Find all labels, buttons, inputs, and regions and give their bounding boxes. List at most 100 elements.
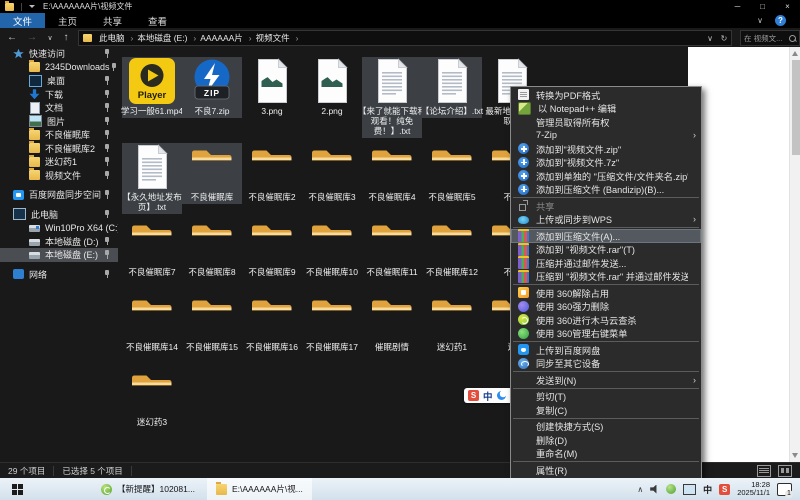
- context-menu-item[interactable]: 添加到"视频文件.zip" ›: [511, 142, 701, 156]
- file-tile[interactable]: 不良催眠库: [182, 143, 242, 204]
- context-menu-item[interactable]: 剪切(T) ›: [511, 390, 701, 404]
- context-menu-item[interactable]: 删除(D) ›: [511, 433, 701, 447]
- qat-dropdown-icon[interactable]: [29, 5, 35, 8]
- file-tile[interactable]: 不良催眠库14: [122, 293, 182, 354]
- file-tile[interactable]: 不良催眠库10: [302, 218, 362, 279]
- context-menu-item[interactable]: 使用 360强力删除 ›: [511, 300, 701, 314]
- file-tile[interactable]: 迷幻药3: [122, 368, 182, 429]
- context-menu-item[interactable]: 共享 ›: [511, 199, 701, 213]
- breadcrumb-item[interactable]: AAAAAA片: [198, 32, 253, 44]
- context-menu-item[interactable]: 使用 360进行木马云查杀 ›: [511, 313, 701, 327]
- file-tile[interactable]: 不良催眠库4: [362, 143, 422, 204]
- file-tile[interactable]: 不良催眠库8: [182, 218, 242, 279]
- search-placeholder: 在 视频文...: [744, 33, 782, 44]
- scroll-up-icon[interactable]: [792, 51, 798, 56]
- context-menu-item[interactable]: 添加到单独的 "压缩文件/文件夹名.zip"(E) ›: [511, 169, 701, 183]
- file-tile[interactable]: 催眠剧情: [362, 293, 422, 354]
- context-menu-item[interactable]: 添加到 "视频文件.rar"(T) ›: [511, 243, 701, 257]
- help-icon[interactable]: ?: [775, 15, 786, 26]
- file-tile[interactable]: 不良催眠库9: [242, 218, 302, 279]
- sogou-tray-icon[interactable]: S: [719, 484, 730, 495]
- file-name: 【论坛介绍】.txt: [418, 106, 486, 116]
- context-menu-item[interactable]: 管理员取得所有权 ›: [511, 115, 701, 129]
- thumbnail-view-icon[interactable]: [778, 465, 792, 477]
- file-tile[interactable]: 3.png: [242, 57, 302, 118]
- up-button[interactable]: ↑: [58, 31, 74, 44]
- file-tile[interactable]: 【论坛介绍】.txt: [422, 57, 482, 118]
- taskbar-task[interactable]: E:\AAAAAA片\视...: [207, 478, 312, 500]
- file-tile[interactable]: 不良催眠库3: [302, 143, 362, 204]
- file-tile[interactable]: 迷幻药1: [422, 293, 482, 354]
- file-tile[interactable]: 不良催眠库15: [182, 293, 242, 354]
- file-tile[interactable]: 不良催眠库5: [422, 143, 482, 204]
- forward-button[interactable]: →: [24, 31, 40, 44]
- file-tile[interactable]: 不良催眠库16: [242, 293, 302, 354]
- context-menu-item[interactable]: 使用 360解除占用 ›: [511, 286, 701, 300]
- moon-icon[interactable]: [497, 391, 506, 400]
- context-menu-item[interactable]: 使用 360管理右键菜单 ›: [511, 327, 701, 341]
- context-menu-item[interactable]: 发送到(N) ›: [511, 373, 701, 387]
- ribbon-collapse-icon[interactable]: ∨: [757, 16, 763, 25]
- context-menu-item[interactable]: 压缩并通过邮件发送... ›: [511, 256, 701, 270]
- back-button[interactable]: ←: [4, 31, 20, 44]
- context-menu-item[interactable]: 上传或同步到WPS ›: [511, 213, 701, 227]
- ime-mode-label[interactable]: 中: [483, 389, 493, 403]
- context-menu-item[interactable]: 上传到百度网盘 ›: [511, 343, 701, 357]
- context-menu-item[interactable]: 复制(C) ›: [511, 403, 701, 417]
- refresh-icon[interactable]: ↻: [717, 34, 731, 43]
- maximize-button[interactable]: □: [750, 0, 775, 13]
- ime-tray-label[interactable]: 中: [703, 483, 712, 496]
- menu-tab[interactable]: 共享: [90, 13, 135, 28]
- context-menu-item[interactable]: 压缩到 "视频文件.rar" 并通过邮件发送 ›: [511, 270, 701, 284]
- file-tile[interactable]: Player 学习一般61.mp4: [122, 57, 182, 118]
- search-input[interactable]: 在 视频文...: [740, 30, 800, 46]
- taskbar-task[interactable]: 【新提醒】102081...: [92, 478, 204, 500]
- context-menu-item[interactable]: 同步至其它设备 ›: [511, 357, 701, 371]
- volume-icon[interactable]: [650, 485, 659, 494]
- breadcrumb-item[interactable]: 视频文件: [254, 32, 301, 44]
- breadcrumb-item[interactable]: 此电脑: [97, 32, 135, 44]
- file-tile[interactable]: 【永久地址发布页】.txt: [122, 143, 182, 214]
- context-menu-item[interactable]: 转换为PDF格式 ›: [511, 88, 701, 102]
- context-menu-item[interactable]: 创建快捷方式(S) ›: [511, 420, 701, 434]
- minimize-button[interactable]: ─: [725, 0, 750, 13]
- clock[interactable]: 18:28 2025/11/1: [737, 481, 770, 498]
- context-menu-item[interactable]: 以 Notepad++ 编辑 ›: [511, 102, 701, 116]
- file-tile[interactable]: 【来了就能下载和观看！纯免费！】.txt: [362, 57, 422, 138]
- scroll-down-icon[interactable]: [792, 453, 798, 458]
- menu-tab[interactable]: 主页: [45, 13, 90, 28]
- context-menu-item[interactable]: 属性(R) ›: [511, 463, 701, 477]
- display-tray-icon[interactable]: [683, 484, 696, 495]
- file-tile[interactable]: 2.png: [302, 57, 362, 118]
- scrollbar-thumb[interactable]: [792, 60, 800, 155]
- background-scrollbar[interactable]: [789, 47, 800, 462]
- context-menu-item[interactable]: 重命名(M) ›: [511, 447, 701, 461]
- view-toggles: [757, 465, 800, 477]
- recent-dropdown-icon[interactable]: ∨: [42, 31, 58, 44]
- context-menu-item[interactable]: 7-Zip ›: [511, 129, 701, 143]
- background-text-window[interactable]: [688, 47, 800, 462]
- antivirus-tray-icon[interactable]: [666, 484, 676, 494]
- breadcrumb[interactable]: 此电脑本地磁盘 (E:)AAAAAA片视频文件 ∨ ↻: [78, 30, 732, 46]
- file-tile[interactable]: 不良催眠库7: [122, 218, 182, 279]
- file-icon: [309, 219, 355, 265]
- tray-overflow-icon[interactable]: ∧: [637, 485, 643, 494]
- notification-icon[interactable]: 1: [777, 483, 792, 496]
- context-menu-item-label: 转换为PDF格式: [536, 88, 688, 102]
- context-menu-item[interactable]: 添加到"视频文件.7z" ›: [511, 156, 701, 170]
- sogou-logo-icon[interactable]: S: [468, 390, 479, 401]
- close-button[interactable]: ×: [775, 0, 800, 13]
- file-tile[interactable]: ZIP 不良7.zip: [182, 57, 242, 118]
- address-dropdown-icon[interactable]: ∨: [703, 34, 717, 43]
- start-button[interactable]: [0, 478, 34, 500]
- file-tile[interactable]: 不良催眠库11: [362, 218, 422, 279]
- file-tile[interactable]: 不良催眠库2: [242, 143, 302, 204]
- menu-tab[interactable]: 查看: [135, 13, 180, 28]
- details-view-icon[interactable]: [757, 465, 771, 477]
- menu-tab[interactable]: 文件: [0, 13, 45, 28]
- context-menu-item[interactable]: 添加到压缩文件(A)... ›: [511, 229, 701, 243]
- context-menu-item[interactable]: 添加到压缩文件 (Bandizip)(B)... ›: [511, 183, 701, 197]
- breadcrumb-item[interactable]: 本地磁盘 (E:): [135, 32, 198, 44]
- file-tile[interactable]: 不良催眠库12: [422, 218, 482, 279]
- file-tile[interactable]: 不良催眠库17: [302, 293, 362, 354]
